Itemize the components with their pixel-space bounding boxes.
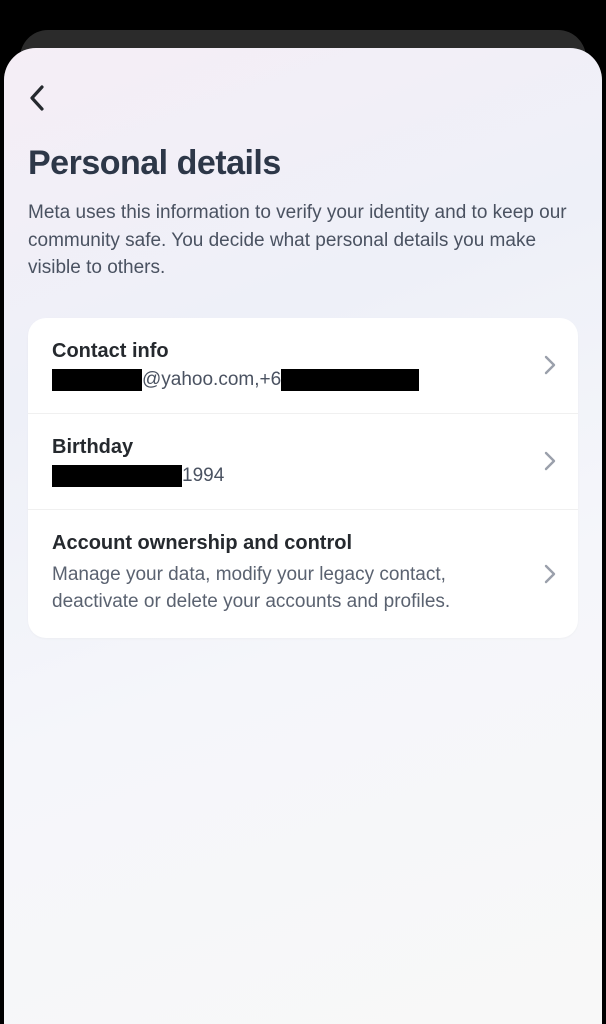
account-ownership-title: Account ownership and control: [52, 532, 532, 555]
personal-details-sheet: Personal details Meta uses this informat…: [4, 48, 602, 1024]
birthday-year: 1994: [182, 465, 224, 487]
page-subtitle: Meta uses this information to verify you…: [28, 199, 578, 282]
back-button[interactable]: [28, 78, 68, 118]
birthday-content: Birthday 1994: [52, 436, 532, 487]
redacted-block: [281, 369, 419, 391]
chevron-right-icon: [544, 355, 556, 375]
page-title: Personal details: [28, 144, 578, 183]
account-ownership-content: Account ownership and control Manage you…: [52, 532, 532, 616]
redacted-block: [52, 465, 182, 487]
birthday-row[interactable]: Birthday 1994: [28, 414, 578, 510]
chevron-right-icon: [544, 564, 556, 584]
chevron-left-icon: [28, 84, 48, 112]
chevron-right-icon: [544, 451, 556, 471]
redacted-block: [52, 369, 142, 391]
account-ownership-subtitle: Manage your data, modify your legacy con…: [52, 561, 532, 616]
birthday-value: 1994: [52, 465, 532, 487]
birthday-title: Birthday: [52, 436, 532, 459]
contact-info-title: Contact info: [52, 340, 532, 363]
contact-email-suffix: @yahoo.com,: [142, 369, 260, 391]
details-list: Contact info @yahoo.com, +6 Birthday 199…: [28, 318, 578, 638]
account-ownership-row[interactable]: Account ownership and control Manage you…: [28, 510, 578, 638]
contact-info-value: @yahoo.com, +6: [52, 369, 532, 391]
contact-info-content: Contact info @yahoo.com, +6: [52, 340, 532, 391]
contact-phone-prefix: +6: [260, 369, 282, 391]
contact-info-row[interactable]: Contact info @yahoo.com, +6: [28, 318, 578, 414]
